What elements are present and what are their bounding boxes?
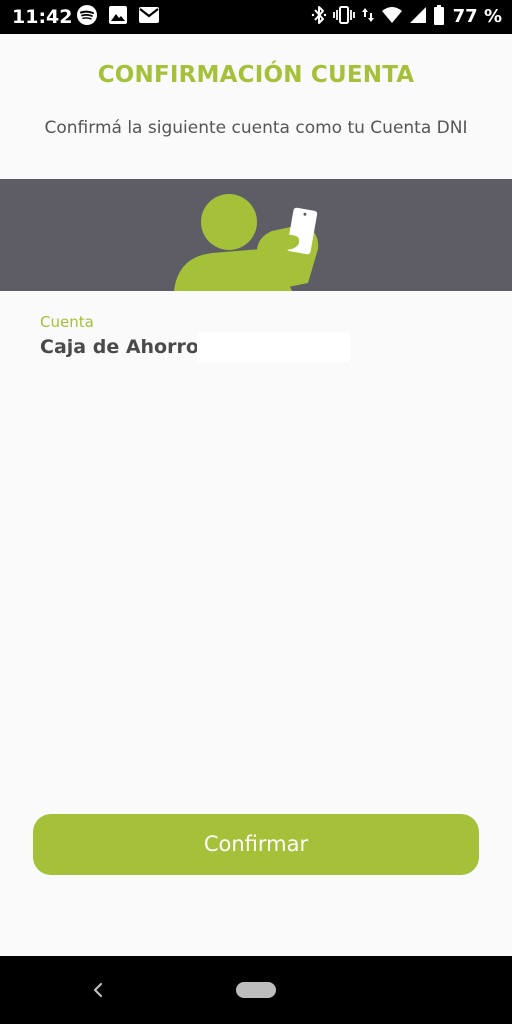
redacted-account-number <box>197 332 350 362</box>
status-time: 11:42 <box>12 6 73 28</box>
home-pill-icon[interactable] <box>236 982 276 998</box>
battery-percentage: 77 % <box>452 6 502 27</box>
spotify-icon <box>76 4 98 30</box>
notification-icons <box>76 4 160 30</box>
banner <box>0 179 512 291</box>
bluetooth-icon <box>311 4 327 30</box>
data-arrows-icon <box>361 5 375 29</box>
page-title: CONFIRMACIÓN CUENTA <box>97 62 415 88</box>
navigation-bar <box>0 956 512 1024</box>
person-with-phone-illustration <box>174 194 319 291</box>
signal-icon <box>409 6 427 28</box>
vibrate-icon <box>332 5 355 29</box>
confirm-button[interactable]: Confirmar <box>33 814 479 875</box>
account-label: Cuenta <box>40 313 94 331</box>
battery-icon <box>433 4 445 30</box>
image-icon <box>108 5 128 29</box>
page-subtitle: Confirmá la siguiente cuenta como tu Cue… <box>44 118 468 138</box>
account-value: Caja de Ahorro <box>40 336 199 358</box>
status-bar: 11:42 77 % <box>0 0 512 34</box>
chevron-left-icon[interactable] <box>88 978 108 1002</box>
wifi-icon <box>381 6 403 28</box>
mail-icon <box>138 6 160 28</box>
system-status-icons: 77 % <box>311 5 502 29</box>
